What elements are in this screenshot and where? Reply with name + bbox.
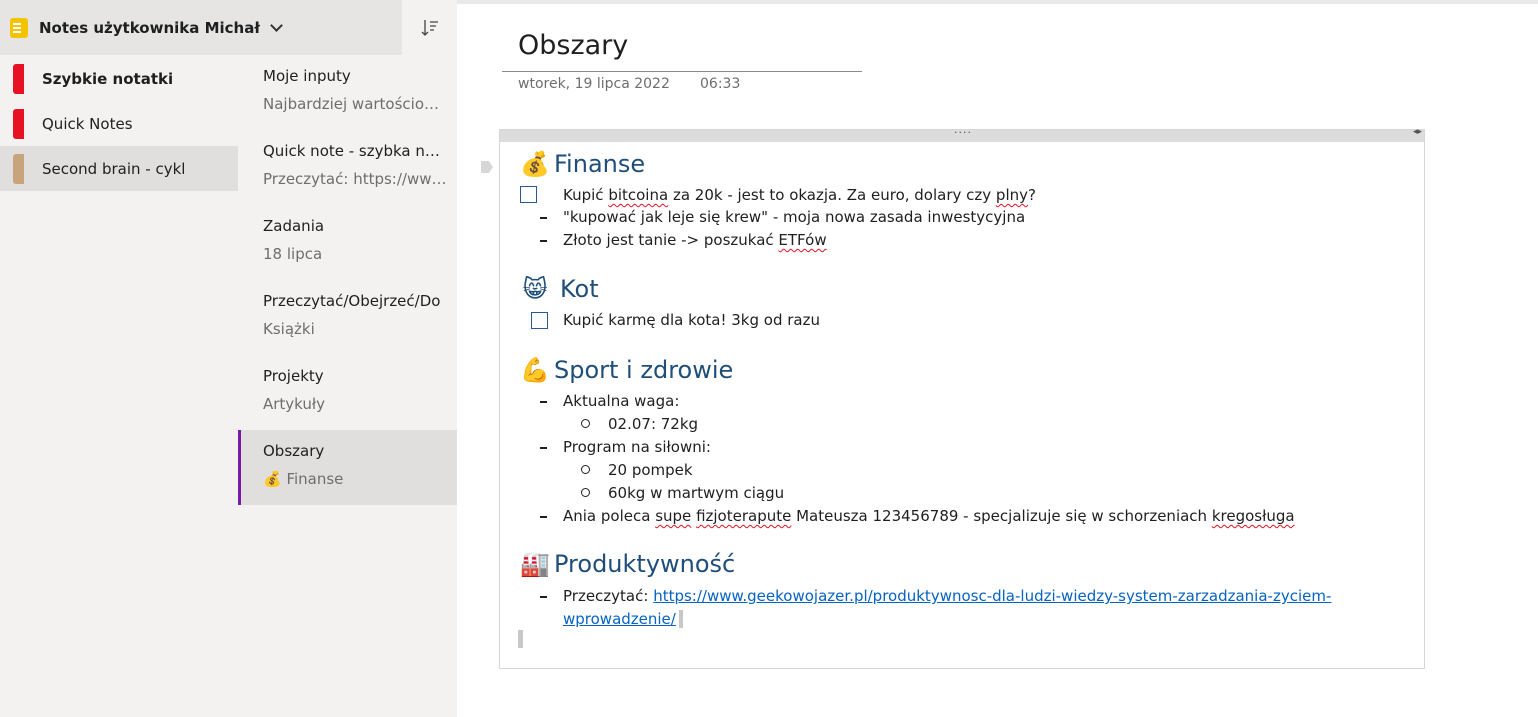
page-item-quick-note[interactable]: Quick note - szybka notatka Przeczytać: …	[238, 130, 457, 205]
paragraph-handle[interactable]	[481, 161, 493, 173]
misspelled-word[interactable]: kregosługa	[1212, 507, 1295, 525]
text-run: Mateusza 123456789 - specjalizuje się w …	[791, 507, 1212, 525]
article-link-continued[interactable]: wprowadzenie/	[563, 610, 676, 628]
page-item-title: Obszary	[263, 442, 325, 460]
page-item-preview: Przeczytać: https://www.geekowojazer.pl	[263, 170, 448, 188]
bullet-text: 20 pompek	[608, 461, 693, 479]
page-item-obszary[interactable]: Obszary 💰 Finanse	[238, 430, 457, 505]
factory-icon: 🏭	[520, 550, 550, 578]
section-label: Second brain - cykl	[42, 159, 186, 178]
bullet-dash	[540, 240, 547, 242]
sort-icon	[421, 19, 438, 36]
bullet-dash	[540, 516, 547, 518]
page-item-title: Moje inputy	[263, 67, 351, 85]
bullet-text: Złoto jest tanie -> poszukać ETFów	[563, 231, 827, 249]
bullet-text: 60kg w martwym ciągu	[608, 484, 785, 502]
bullet-dash	[540, 401, 547, 403]
page-canvas[interactable]: Obszary wtorek, 19 lipca 2022 06:33 ····…	[457, 0, 1538, 717]
misspelled-word[interactable]: ETFów	[778, 231, 826, 249]
text-run: Przeczytać:	[563, 587, 654, 605]
page-item-preview: Książki	[263, 320, 315, 338]
bullet-text: Program na siłowni:	[563, 438, 711, 456]
heading-finanse: 💰 Finanse	[519, 150, 645, 178]
bullet-text: "kupować jak leje się krew" - moja nowa …	[563, 208, 1026, 226]
page-item-preview: Artykuły	[263, 395, 326, 413]
page-item-title: Zadania	[263, 217, 325, 235]
page-item-preview: 💰 Finanse	[263, 470, 344, 488]
title-underline	[502, 71, 862, 72]
todo-text: Kupić karmę dla kota! 3kg od razu	[563, 311, 820, 329]
page-item-title: Przeczytać/Obejrzeć/Do	[263, 292, 441, 310]
misspelled-word[interactable]: bitcoina	[608, 186, 668, 204]
bullet-text: Przeczytać: https://www.geekowojazer.pl/…	[563, 587, 1331, 605]
page-item-title: Projekty	[263, 367, 324, 385]
heading-produktywnosc: 🏭 Produktywność	[519, 550, 735, 578]
todo-checkbox[interactable]	[520, 186, 537, 203]
text-run: ?	[1028, 186, 1036, 204]
page-date: wtorek, 19 lipca 2022	[518, 76, 670, 92]
text-cursor	[679, 610, 683, 628]
notebook-title: Notes użytkownika Michał	[39, 18, 260, 37]
section-label: Quick Notes	[42, 114, 133, 133]
heading-kot: 😸 Kot	[519, 275, 599, 303]
page-item-zadania[interactable]: Zadania 18 lipca	[238, 205, 457, 280]
bullet-dash	[540, 217, 547, 219]
heading-sport-i-zdrowie: 💪 Sport i zdrowie	[519, 356, 733, 384]
section-color-tab	[13, 108, 24, 139]
section-color-tab	[13, 153, 24, 184]
page-title[interactable]: Obszary	[518, 30, 628, 61]
note-container-drag-bar[interactable]: ···· ◂▸	[500, 126, 1424, 142]
cat-icon: 😸	[522, 275, 548, 303]
misspelled-word[interactable]: fizjoterapute	[696, 507, 791, 525]
bullet-circle	[581, 419, 590, 428]
chevron-down-icon[interactable]	[270, 18, 283, 32]
section-label: Szybkie notatki	[42, 69, 174, 88]
todo-checkbox[interactable]	[531, 312, 548, 329]
heading-text: Kot	[560, 275, 599, 303]
text-run: Złoto jest tanie -> poszukać	[563, 231, 779, 249]
heading-text: Sport i zdrowie	[554, 356, 734, 384]
section-item-second-brain[interactable]: Second brain - cykl	[0, 146, 238, 191]
text-run: Ania poleca	[563, 507, 656, 525]
section-item-quick-notes[interactable]: Quick Notes	[0, 101, 238, 146]
sort-pages-button[interactable]	[402, 0, 457, 55]
page-item-preview: 18 lipca	[263, 245, 323, 263]
page-time: 06:33	[700, 76, 741, 92]
notebook-switcher[interactable]: Notes użytkownika Michał	[0, 0, 402, 55]
bullet-text: Aktualna waga:	[563, 392, 680, 410]
bullet-text: Ania poleca supe fizjoterapute Mateusza …	[563, 507, 1295, 525]
pages-pane: Moje inputy Najbardziej wartościowe: Qui…	[238, 55, 457, 717]
bullet-text: 02.07: 72kg	[608, 415, 699, 433]
resize-icon[interactable]: ◂▸	[1413, 127, 1422, 137]
todo-text: Kupić bitcoina za 20k - jest to okazja. …	[563, 186, 1036, 204]
drag-handle-icon[interactable]: ····	[954, 126, 972, 139]
bullet-circle	[581, 488, 590, 497]
bullet-dash	[540, 596, 547, 598]
flexed-biceps-icon: 💪	[520, 356, 550, 384]
section-item-szybkie-notatki[interactable]: Szybkie notatki	[0, 56, 238, 101]
page-item-przeczytac[interactable]: Przeczytać/Obejrzeć/Do Książki	[238, 280, 457, 355]
text-run: Kupić	[563, 186, 609, 204]
page-item-title: Quick note - szybka notatka	[263, 142, 448, 160]
notebook-icon	[10, 17, 28, 38]
misspelled-word[interactable]: plny	[996, 186, 1028, 204]
bullet-dash	[540, 447, 547, 449]
money-bag-icon: 💰	[520, 150, 550, 178]
page-item-projekty[interactable]: Projekty Artykuły	[238, 355, 457, 430]
section-color-tab	[13, 63, 24, 94]
bullet-text-continued: wprowadzenie/	[563, 610, 676, 628]
page-item-preview: Najbardziej wartościowe:	[263, 95, 448, 113]
heading-text: Produktywność	[554, 550, 736, 578]
misspelled-word[interactable]: supe	[655, 507, 691, 525]
article-link[interactable]: https://www.geekowojazer.pl/produktywnos…	[653, 587, 1331, 605]
onenote-app: Notes użytkownika Michał Szybkie notatki…	[0, 0, 1538, 717]
page-item-moje-inputy[interactable]: Moje inputy Najbardziej wartościowe:	[238, 55, 457, 130]
bullet-circle	[581, 465, 590, 474]
empty-paragraph-marker[interactable]	[518, 630, 523, 648]
heading-text: Finanse	[554, 150, 646, 178]
sections-pane: Notes użytkownika Michał Szybkie notatki…	[0, 0, 402, 717]
text-run: za 20k - jest to okazja. Za euro, dolary…	[668, 186, 996, 204]
note-container[interactable]: ···· ◂▸ 💰 Finanse Kupić bitcoina za 20k …	[499, 126, 1425, 669]
